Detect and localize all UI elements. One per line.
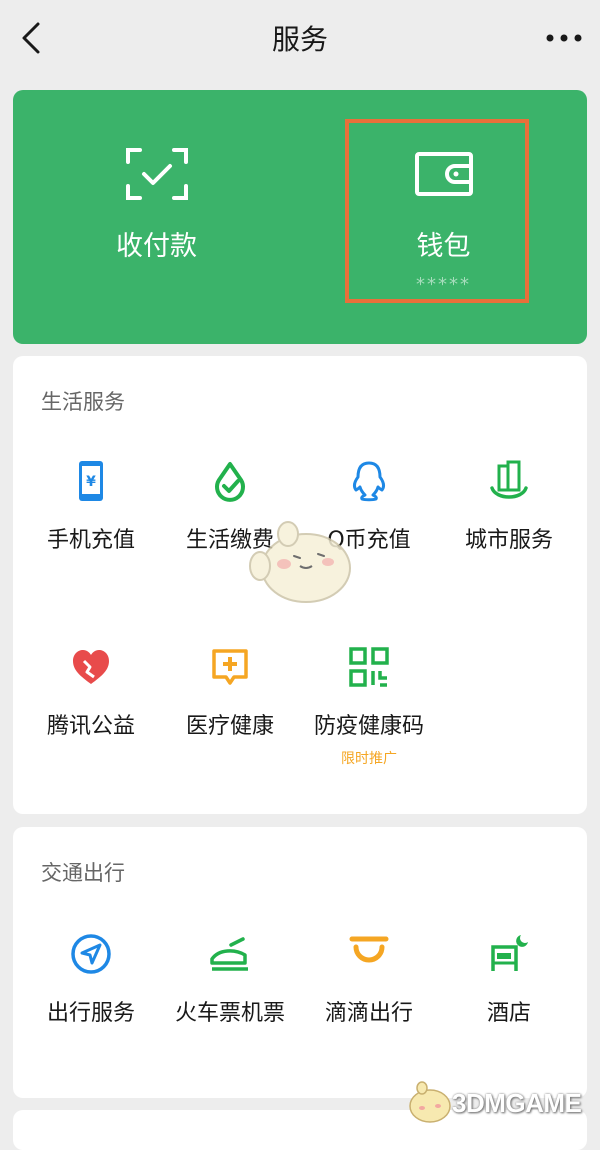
site-watermark: 3DMGAME [402,1080,598,1128]
health-code-icon [349,647,389,687]
scan-check-icon [125,148,188,200]
watermark-text: 3DMGAME [452,1088,582,1118]
service-label: 城市服务 [464,528,553,553]
service-travel[interactable]: 出行服务 [19,933,163,1027]
receive-pay-label: 收付款 [116,231,197,262]
service-city[interactable]: 城市服务 [437,460,581,554]
section-title: 生活服务 [41,390,125,414]
didi-icon [349,936,389,963]
service-health-code[interactable]: 防疫健康码 限时推广 [297,646,441,768]
phone-topup-icon: ¥ [79,461,103,501]
promo-tag: 限时推广 [341,751,397,767]
service-label: 火车票机票 [174,1001,285,1026]
transport-section: 交通出行 出行服务 火车票机票 滴滴出行 酒店 [13,827,587,1098]
medical-icon [212,649,248,685]
train-ticket-icon [210,937,248,971]
qcoin-icon [353,461,385,502]
service-train-flight[interactable]: 火车票机票 [158,933,302,1027]
page-title: 服务 [271,23,328,56]
service-charity[interactable]: 腾讯公益 [19,646,163,740]
service-label: 出行服务 [46,1001,135,1026]
receive-pay-button[interactable]: 收付款 [13,90,300,344]
service-hotel[interactable]: 酒店 [437,933,581,1027]
service-label: 防疫健康码 [313,714,424,739]
section-title: 交通出行 [41,861,125,885]
city-service-icon [490,460,528,499]
service-medical[interactable]: 医疗健康 [158,646,302,740]
service-label: 手机充值 [46,528,135,553]
more-icon[interactable] [542,24,586,52]
hotel-bed-icon [491,935,528,971]
service-phone-topup[interactable]: ¥ 手机充值 [19,460,163,554]
utility-payment-icon [215,462,245,502]
top-bar: 服务 [0,0,600,80]
navigation-icon [71,934,111,974]
wallet-highlight-annotation [345,119,529,303]
service-label: 酒店 [486,1001,531,1026]
mascot-watermark-image [249,521,351,603]
service-didi[interactable]: 滴滴出行 [297,933,441,1027]
watermark-mascot-icon [409,1081,451,1123]
svg-text:¥: ¥ [86,474,96,490]
service-label: 滴滴出行 [324,1001,413,1026]
charity-heart-icon [73,650,109,684]
service-label: 腾讯公益 [46,714,135,739]
service-label: 医疗健康 [185,714,274,739]
